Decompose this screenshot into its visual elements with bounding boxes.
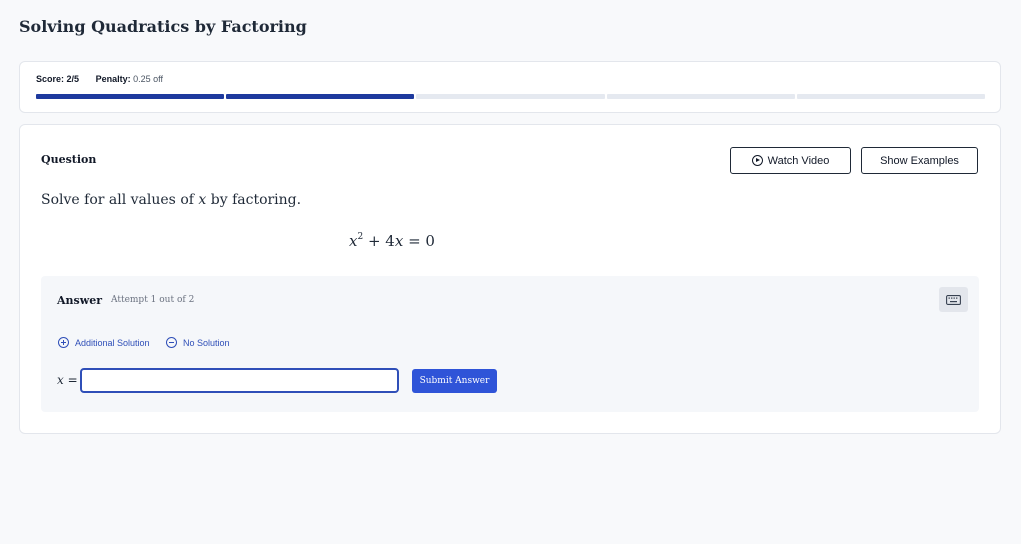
watch-video-button[interactable]: Watch Video <box>730 147 851 174</box>
minus-circle-icon <box>166 337 177 348</box>
progress-bar <box>36 94 986 99</box>
progress-segment <box>606 94 795 99</box>
no-solution-link[interactable]: No Solution <box>166 337 230 348</box>
submit-answer-button[interactable]: Submit Answer <box>412 369 497 393</box>
answer-variable-label: x = <box>57 373 78 387</box>
page-title: Solving Quadratics by Factoring <box>19 17 307 36</box>
score-label: Score: <box>36 74 65 84</box>
attempt-counter: Attempt 1 out of 2 <box>111 295 195 305</box>
equation-rhs: = 0 <box>403 232 435 250</box>
answer-section: Answer Attempt 1 out of 2 Additional Sol… <box>41 276 979 412</box>
show-examples-button[interactable]: Show Examples <box>861 147 978 174</box>
score-panel: Score: 2/5 Penalty: 0.25 off <box>19 61 1001 113</box>
progress-segment <box>416 94 605 99</box>
additional-solution-label: Additional Solution <box>75 337 150 348</box>
score-value: 2/5 <box>66 74 80 84</box>
progress-segment <box>36 94 225 99</box>
penalty-value: 0.25 off <box>133 74 163 84</box>
additional-solution-link[interactable]: Additional Solution <box>58 337 150 348</box>
score-line: Score: 2/5 Penalty: 0.25 off <box>36 74 163 84</box>
question-heading: Question <box>41 153 97 166</box>
penalty-label: Penalty: <box>95 74 131 84</box>
answer-input[interactable] <box>80 368 399 393</box>
equation: x2 + 4x = 0 <box>349 232 435 250</box>
prompt-text-after: by factoring. <box>206 192 302 208</box>
equation-middle: + 4 <box>363 232 395 250</box>
keyboard-icon <box>946 294 961 305</box>
keyboard-toggle-button[interactable] <box>939 287 968 312</box>
answer-equals: = <box>63 373 78 387</box>
play-circle-icon <box>751 155 763 166</box>
answer-label: Answer <box>57 294 102 307</box>
no-solution-label: No Solution <box>183 337 230 348</box>
progress-segment <box>796 94 986 99</box>
show-examples-label: Show Examples <box>880 154 959 167</box>
prompt-text-before: Solve for all values of <box>41 192 199 208</box>
progress-segment <box>226 94 415 99</box>
watch-video-label: Watch Video <box>767 154 830 167</box>
plus-circle-icon <box>58 337 69 348</box>
question-prompt: Solve for all values of x by factoring. <box>41 192 301 208</box>
answer-variable: x <box>57 373 64 387</box>
question-panel: Question Watch Video Show Examples Solve… <box>19 124 1001 434</box>
